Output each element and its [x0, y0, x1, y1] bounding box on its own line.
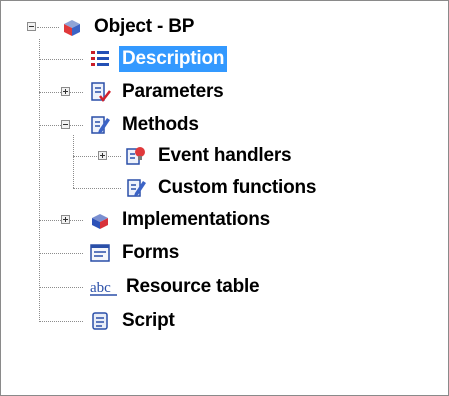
tree-item-label: Implementations: [122, 209, 270, 230]
document-bulb-icon: [125, 145, 147, 167]
collapse-toggle[interactable]: [27, 22, 36, 31]
collapse-toggle[interactable]: [61, 120, 70, 129]
tree-item-resource-table[interactable]: abc Resource table: [89, 272, 262, 302]
tree-item-methods[interactable]: Methods: [89, 110, 202, 140]
tree-item-event-handlers[interactable]: Event handlers: [125, 141, 294, 171]
tree-item-label: Methods: [122, 114, 199, 135]
tree-connector: [39, 287, 83, 288]
tree-item-label: Custom functions: [158, 177, 317, 198]
tree-item-label: Script: [122, 310, 175, 331]
tree-connector: [73, 156, 121, 157]
tree-item-label: Parameters: [122, 81, 224, 102]
tree-connector: [39, 39, 40, 322]
document-pencil-icon: [125, 177, 147, 199]
tree-item-object-bp[interactable]: Object - BP: [61, 12, 197, 42]
scroll-icon: [89, 310, 111, 332]
cube-icon: [61, 16, 83, 38]
tree-connector: [39, 59, 83, 60]
tree-item-label: Event handlers: [158, 145, 292, 166]
tree-connector: [39, 321, 83, 322]
abc-icon: abc: [89, 276, 119, 298]
tree-item-label: Description: [119, 46, 228, 72]
tree-panel: Object - BP Description Parameters Metho…: [0, 0, 449, 396]
expand-toggle[interactable]: [98, 151, 107, 160]
tree-connector: [39, 253, 83, 254]
cube-icon: [89, 209, 111, 231]
svg-text:abc: abc: [90, 280, 111, 296]
list-icon: [89, 48, 111, 70]
tree-connector: [37, 27, 59, 28]
tree-item-label: Forms: [122, 242, 180, 263]
tree-item-description[interactable]: Description: [89, 44, 228, 74]
expand-toggle[interactable]: [61, 87, 70, 96]
tree-connector: [73, 188, 121, 189]
expand-toggle[interactable]: [61, 215, 70, 224]
tree-item-label: Object - BP: [94, 16, 195, 37]
tree-item-script[interactable]: Script: [89, 306, 178, 336]
tree-item-implementations[interactable]: Implementations: [89, 205, 273, 235]
tree-item-custom-functions[interactable]: Custom functions: [125, 173, 319, 203]
tree-item-label: Resource table: [126, 276, 260, 297]
form-icon: [89, 242, 111, 264]
document-pencil-icon: [89, 114, 111, 136]
tree-connector: [73, 135, 74, 188]
tree-item-forms[interactable]: Forms: [89, 238, 182, 268]
document-check-icon: [89, 81, 111, 103]
tree-item-parameters[interactable]: Parameters: [89, 77, 227, 107]
